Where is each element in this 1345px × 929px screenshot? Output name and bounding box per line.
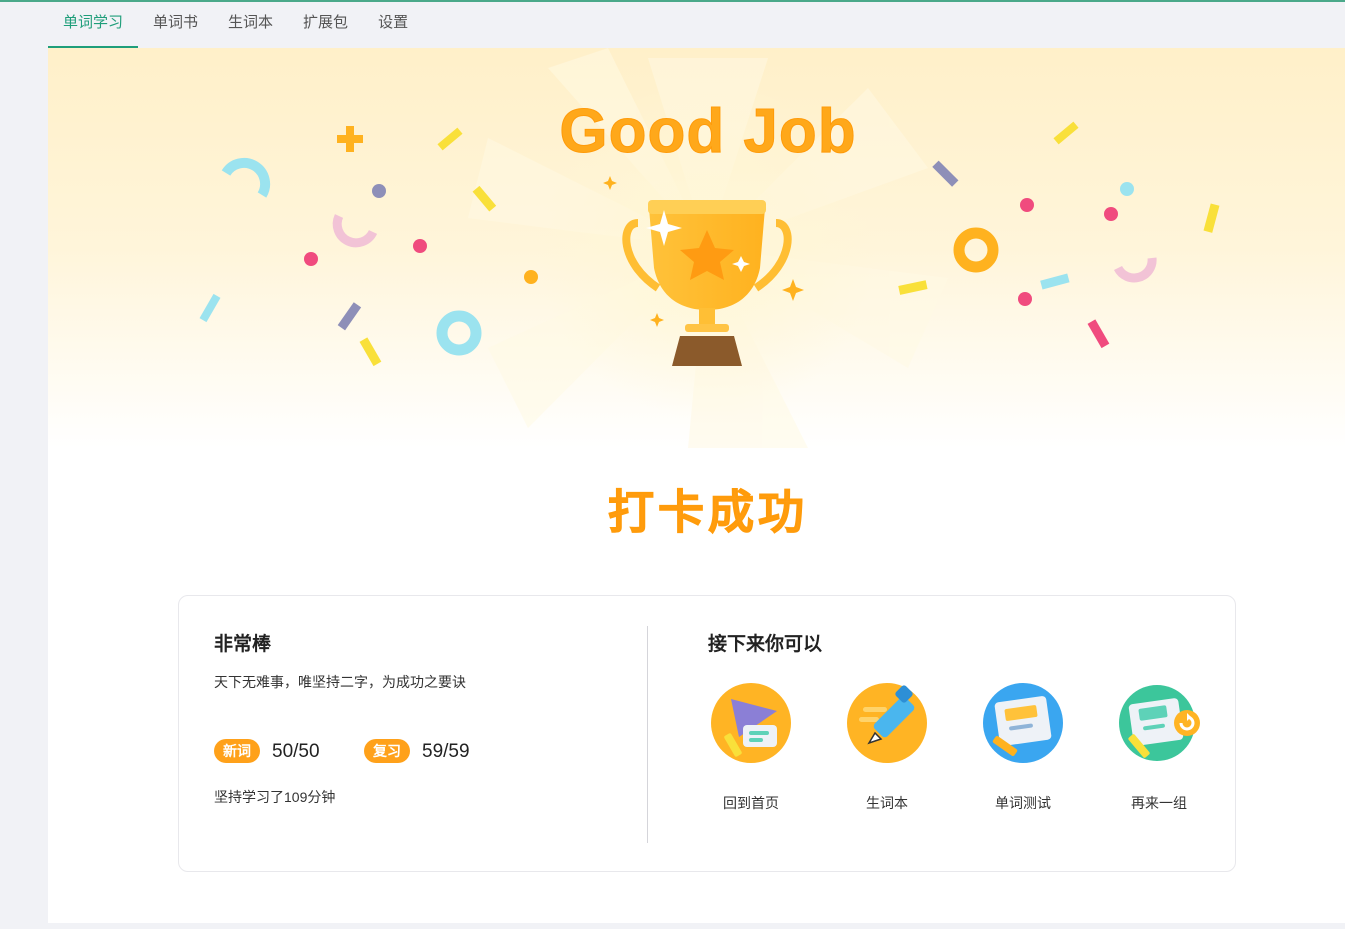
test-paper-icon [983, 683, 1063, 763]
review-count: 59/59 [422, 741, 470, 762]
next-steps-title: 接下来你可以 [708, 634, 823, 655]
good-job-title: Good Job [559, 97, 857, 167]
summary-title: 非常棒 [214, 634, 272, 655]
check-in-success-title: 打卡成功 [608, 486, 808, 539]
review-badge: 复习 [364, 739, 410, 763]
tab-vocab-notebook[interactable]: 生词本 [213, 2, 288, 46]
back-home-label: 回到首页 [723, 795, 779, 811]
repeat-card-icon [1119, 685, 1200, 761]
top-nav: 单词学习 单词书 生词本 扩展包 设置 [48, 2, 423, 48]
motivational-quote: 天下无难事，唯坚持二字，为成功之要诀 [214, 674, 466, 690]
new-words-count: 50/50 [272, 741, 320, 762]
back-home-button[interactable]: 回到首页 [696, 681, 806, 813]
result-panel: Good Job 打卡成功 非常棒 天下无难事，唯坚持二字，为成功之要诀 新词 … [48, 48, 1345, 923]
study-time: 坚持学习了109分钟 [214, 789, 336, 805]
tab-word-study[interactable]: 单词学习 [48, 2, 139, 48]
word-test-label: 单词测试 [995, 795, 1051, 811]
tab-wordbooks[interactable]: 单词书 [138, 2, 213, 46]
card-divider [647, 626, 648, 843]
vocab-notebook-button[interactable]: 生词本 [832, 681, 942, 813]
new-words-badge: 新词 [214, 739, 260, 763]
word-test-button[interactable]: 单词测试 [968, 681, 1078, 813]
vocab-notebook-label: 生词本 [866, 795, 908, 811]
another-group-label: 再来一组 [1131, 795, 1187, 811]
another-group-button[interactable]: 再来一组 [1104, 681, 1214, 813]
summary-card: 非常棒 天下无难事，唯坚持二字，为成功之要诀 新词 50/50 复习 59/59… [178, 595, 1236, 872]
notebook-pen-icon [847, 683, 927, 763]
tab-extensions[interactable]: 扩展包 [288, 2, 363, 46]
home-flag-icon [711, 683, 791, 763]
tab-settings[interactable]: 设置 [363, 2, 423, 46]
